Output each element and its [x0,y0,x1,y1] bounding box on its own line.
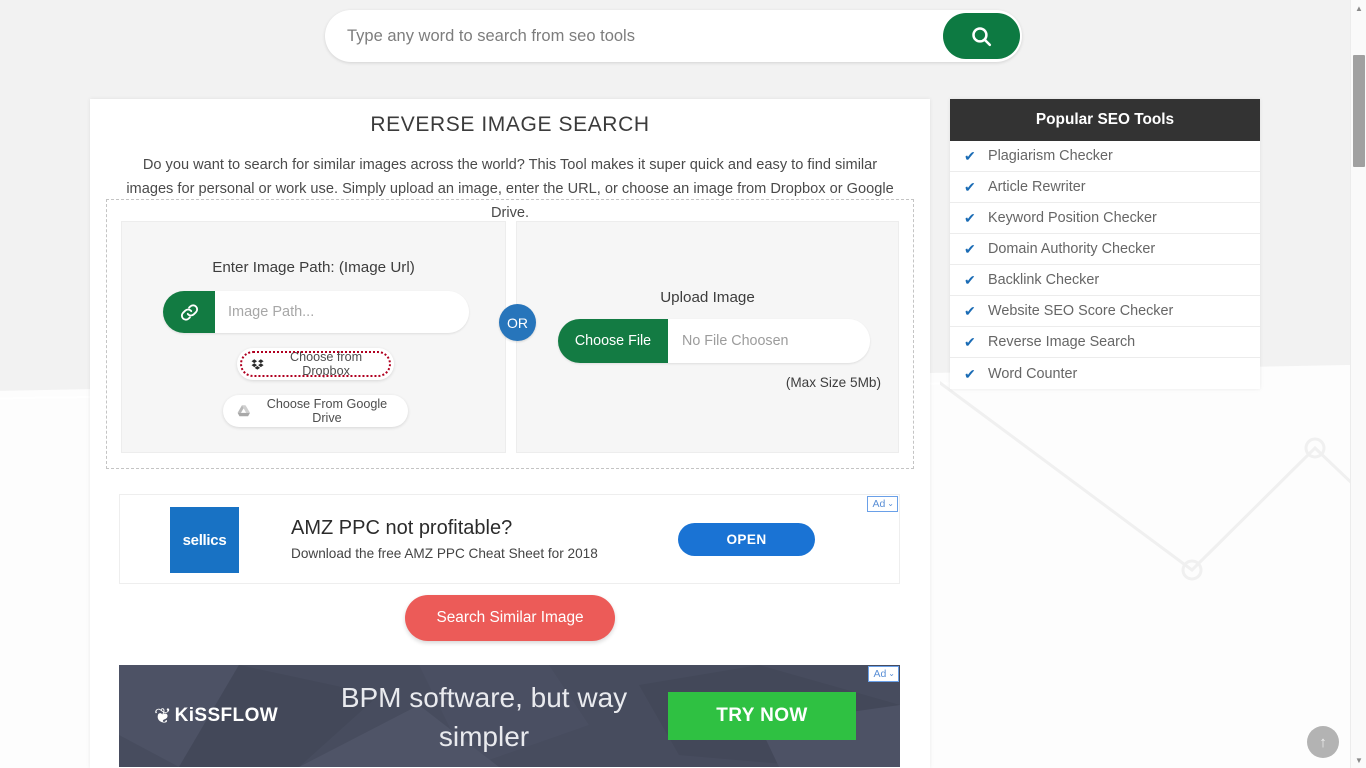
or-divider-badge: OR [499,304,536,341]
dropbox-icon [251,358,264,370]
main-content-card: REVERSE IMAGE SEARCH Do you want to sear… [90,99,930,768]
choose-from-dropbox-label: Choose from Dropbox [290,350,363,378]
upload-options-panel: Enter Image Path: (Image Url) Choose [106,199,914,469]
chevron-down-icon: ⌄ [887,499,894,508]
check-icon: ✔ [964,179,976,195]
background-chart-line [940,380,1366,581]
check-icon: ✔ [964,210,976,226]
global-search-bar [325,10,1022,62]
choose-from-google-drive-label: Choose From Google Drive [266,397,388,425]
sellics-logo: sellics [170,507,239,573]
sidebar-header: Popular SEO Tools [950,99,1260,141]
sidebar-item-article-rewriter[interactable]: ✔ Article Rewriter [950,172,1260,203]
page-title: REVERSE IMAGE SEARCH [370,113,650,136]
check-icon: ✔ [964,148,976,164]
ad-bottom-cta-button[interactable]: TRY NOW [668,692,856,740]
upload-image-pane: Upload Image Choose File No File Choosen… [516,221,899,453]
choose-from-dropbox-button[interactable]: Choose from Dropbox [237,348,394,380]
kissflow-logo: ❦ KiSSFLOW [154,705,278,727]
check-icon: ✔ [964,272,976,288]
image-url-input[interactable] [215,291,469,333]
popular-seo-tools-sidebar: Popular SEO Tools ✔ Plagiarism Checker ✔ Ar… [950,99,1260,389]
image-url-pane: Enter Image Path: (Image Url) Choose [121,221,506,453]
search-field-wrapper [325,10,1022,62]
scrollbar-down-arrow-icon[interactable]: ▼ [1351,752,1366,768]
sidebar-tool-list: ✔ Plagiarism Checker ✔ Article Rewriter ✔ Key… [950,141,1260,389]
sidebar-item-plagiarism-checker[interactable]: ✔ Plagiarism Checker [950,141,1260,172]
search-submit-button[interactable] [943,13,1020,59]
link-icon[interactable] [163,291,215,333]
sidebar-item-label: Keyword Position Checker [988,210,1157,226]
file-input-group: Choose File No File Choosen [558,319,870,363]
advertisement-bottom[interactable]: Ad ⌄ ❦ KiSSFLOW BPM software, but way si… [119,665,900,767]
advertisement-top[interactable]: Ad ⌄ sellics AMZ PPC not profitable? Dow… [119,494,900,584]
sidebar-item-backlink-checker[interactable]: ✔ Backlink Checker [950,265,1260,296]
search-input[interactable] [347,10,947,62]
page-root: REVERSE IMAGE SEARCH Do you want to sear… [0,0,1366,768]
sidebar-item-label: Word Counter [988,365,1078,382]
ad-bottom-headline: BPM software, but way simpler [340,682,628,752]
arrow-up-icon: ↑ [1319,733,1327,751]
ad-badge-label: Ad [872,498,886,510]
sidebar-item-domain-authority-checker[interactable]: ✔ Domain Authority Checker [950,234,1260,265]
check-icon: ✔ [964,334,976,350]
scrollbar-up-arrow-icon[interactable]: ▲ [1351,0,1366,16]
kissflow-wordmark: KiSSFLOW [174,705,279,726]
sidebar-item-website-seo-score-checker[interactable]: ✔ Website SEO Score Checker [950,296,1260,327]
page-scrollbar[interactable]: ▲ ▼ [1350,0,1366,768]
ad-top-subtext: Download the free AMZ PPC Cheat Sheet fo… [291,546,598,561]
sidebar-item-reverse-image-search[interactable]: ✔ Reverse Image Search [950,327,1260,358]
choose-from-google-drive-button[interactable]: Choose From Google Drive [223,395,408,427]
sidebar-item-label: Article Rewriter [988,179,1086,195]
ad-top-headline: AMZ PPC not profitable? [291,517,513,539]
ad-badge-label: Ad [873,668,887,680]
sidebar-item-word-counter[interactable]: ✔ Word Counter [950,358,1260,389]
sidebar-item-label: Domain Authority Checker [988,241,1156,257]
max-size-note: (Max Size 5Mb) [785,375,881,390]
scroll-to-top-button[interactable]: ↑ [1307,726,1339,758]
search-icon [972,26,992,46]
check-icon: ✔ [964,303,976,319]
ad-top-cta-button[interactable]: OPEN [678,523,815,556]
sidebar-item-label: Backlink Checker [988,272,1100,288]
selected-file-name: No File Choosen [668,319,870,363]
sidebar-item-label: Website SEO Score Checker [988,303,1174,319]
sidebar-item-label: Reverse Image Search [988,334,1136,350]
check-icon: ✔ [964,365,976,382]
choose-file-button[interactable]: Choose File [558,319,668,363]
image-url-input-group [163,291,469,333]
check-icon: ✔ [964,241,976,257]
ad-badge-top[interactable]: Ad ⌄ [867,496,898,512]
sidebar-item-label: Plagiarism Checker [988,148,1113,164]
kissflow-mark-icon: ❦ [154,704,172,728]
image-url-pane-title: Enter Image Path: (Image Url) [212,259,415,276]
scrollbar-thumb[interactable] [1353,55,1365,167]
search-similar-image-button[interactable]: Search Similar Image [405,595,615,641]
sidebar-item-keyword-position-checker[interactable]: ✔ Keyword Position Checker [950,203,1260,234]
upload-image-pane-title: Upload Image [660,289,755,306]
google-drive-icon [237,404,251,416]
chevron-down-icon: ⌄ [888,669,895,678]
ad-badge-bottom[interactable]: Ad ⌄ [868,666,899,682]
